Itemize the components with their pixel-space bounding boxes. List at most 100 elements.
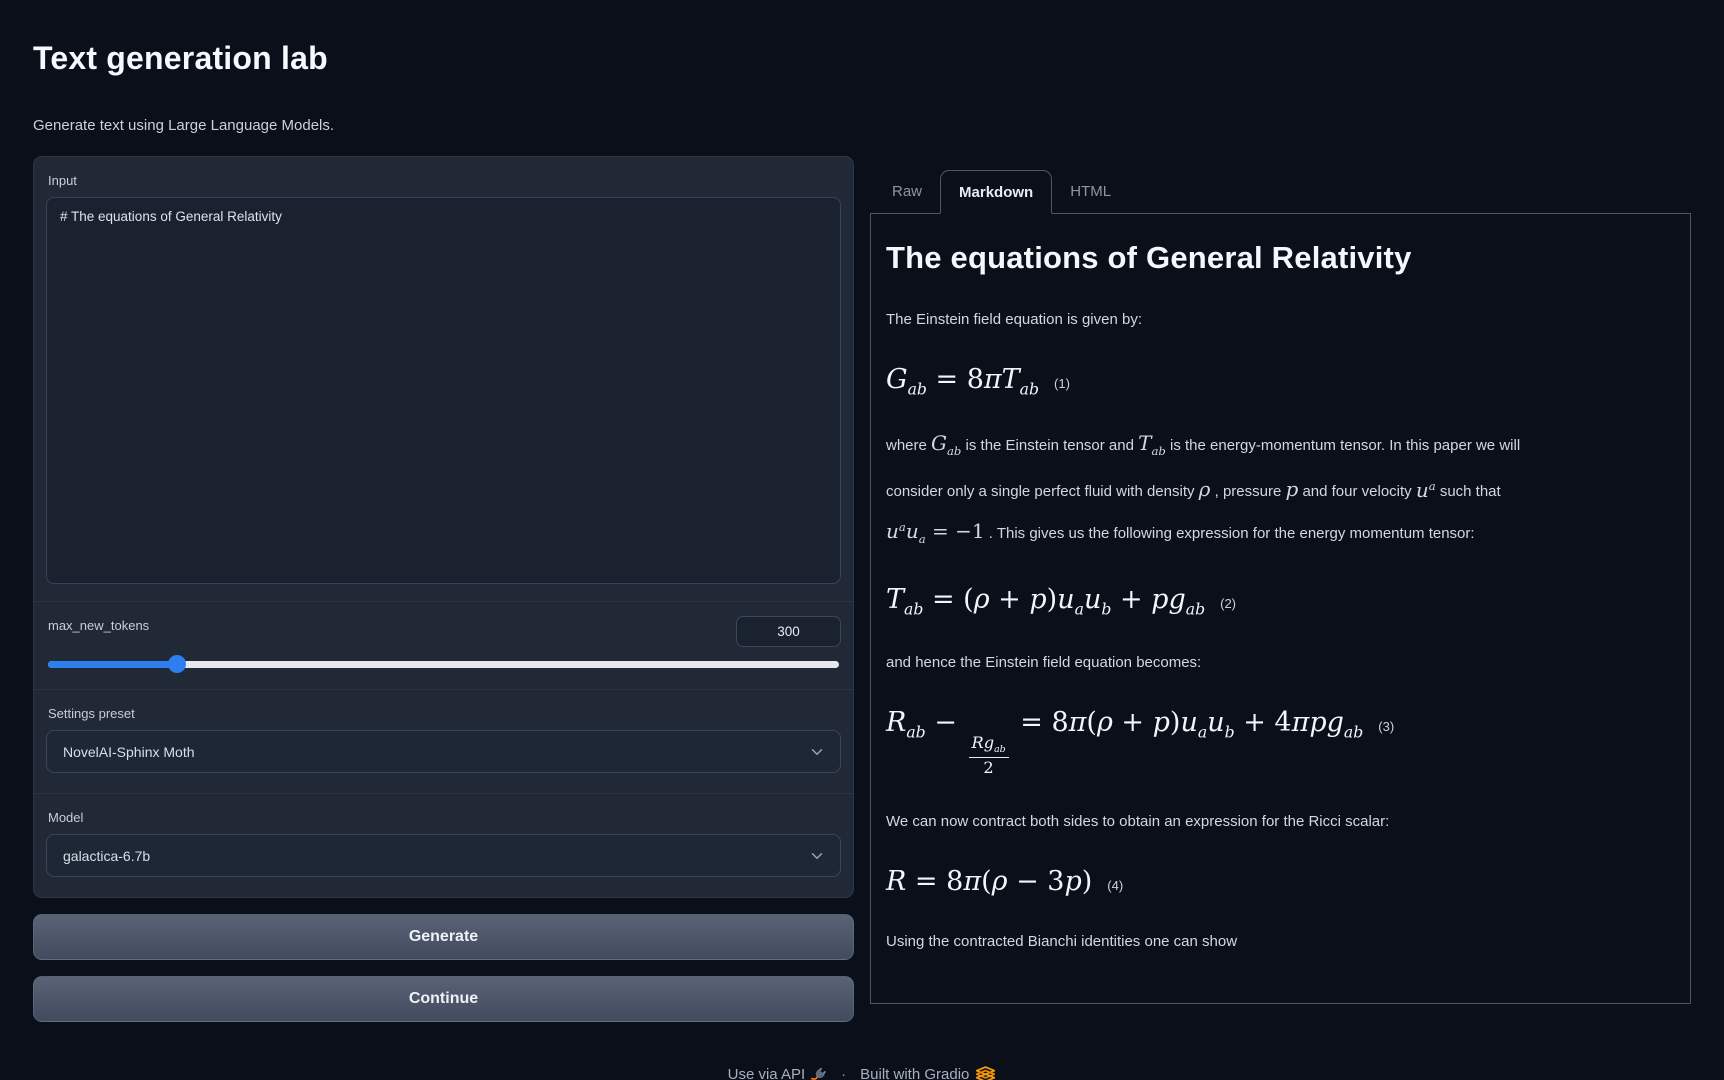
- math-run: gab: [1327, 707, 1364, 738]
- text-run: consider only a single perfect fluid wit…: [886, 484, 1199, 501]
- math-run: p: [1285, 478, 1298, 502]
- display-equation: R = 8π(ρ − 3p) (4): [886, 866, 1668, 897]
- form-panel: Input # The equations of General Relativ…: [33, 156, 854, 898]
- footer: Use via API · Built with Gradio: [33, 1066, 1691, 1080]
- chevron-down-icon: [808, 847, 826, 865]
- display-equation: Tab = (ρ + p)uaub + pgab(2): [886, 584, 1668, 619]
- display-equation: Gab = 8πTab(1): [886, 364, 1668, 399]
- tab-raw[interactable]: Raw: [874, 169, 940, 213]
- paragraph-line: and hence the Einstein field equation be…: [886, 645, 1668, 680]
- math-run: ): [1082, 866, 1093, 897]
- max-new-tokens-slider[interactable]: [48, 655, 839, 673]
- main-row: Input # The equations of General Relativ…: [33, 156, 1691, 1022]
- paragraph-line: We can now contract both sides to obtain…: [886, 804, 1668, 839]
- use-via-api-link[interactable]: Use via API: [728, 1066, 828, 1080]
- text-run: We can now contract both sides to obtain…: [886, 813, 1389, 830]
- math-run: p: [1064, 866, 1081, 897]
- max-new-tokens-label: max_new_tokens: [48, 618, 149, 633]
- text-run: where: [886, 437, 931, 454]
- math-run: p: [1151, 584, 1168, 615]
- math-run: −: [926, 707, 966, 738]
- use-via-api-label: Use via API: [728, 1066, 806, 1080]
- math-run: p: [1029, 584, 1046, 615]
- settings-preset-label: Settings preset: [48, 706, 841, 721]
- math-run: ua: [1180, 707, 1207, 738]
- math-run: ub: [1207, 707, 1234, 738]
- equation-number: (2): [1220, 596, 1236, 611]
- math-run: ua: [1416, 478, 1436, 502]
- generate-button[interactable]: Generate: [33, 914, 854, 960]
- math-run: gab: [984, 733, 1006, 752]
- built-with-gradio-link[interactable]: Built with Gradio: [860, 1066, 996, 1080]
- output-tabs: Raw Markdown HTML: [870, 156, 1691, 214]
- paragraph-line: The Einstein field equation is given by:: [886, 302, 1668, 337]
- display-equation: Rab − Rgab2 = 8π(ρ + p)uaub + 4πpgab(3): [886, 707, 1668, 777]
- math-run: + 4: [1235, 707, 1292, 738]
- math-run: (: [981, 866, 992, 897]
- input-section: Input # The equations of General Relativ…: [34, 157, 853, 601]
- math-run: R: [886, 866, 906, 897]
- slider-section: max_new_tokens: [34, 601, 853, 689]
- text-run: is the energy-momentum tensor. In this p…: [1166, 437, 1520, 454]
- model-dropdown[interactable]: galactica-6.7b: [46, 834, 841, 877]
- equation-number: (3): [1378, 719, 1394, 734]
- math-run: ρ: [1097, 707, 1113, 738]
- math-run: = 8: [1012, 707, 1069, 738]
- markdown-output-panel: The equations of General Relativity The …: [870, 214, 1691, 1004]
- slider-handle[interactable]: [168, 655, 186, 673]
- preset-section: Settings preset NovelAI-Sphinx Moth: [34, 689, 853, 793]
- built-with-gradio-label: Built with Gradio: [860, 1066, 969, 1080]
- paragraph-line: Using the contracted Bianchi identities …: [886, 924, 1668, 959]
- math-run: π: [1069, 707, 1087, 738]
- math-run: = 8: [906, 866, 963, 897]
- math-run: Rab: [886, 707, 926, 738]
- settings-preset-value: NovelAI-Sphinx Moth: [63, 744, 195, 760]
- text-run: , pressure: [1210, 484, 1285, 501]
- text-run: and four velocity: [1298, 484, 1416, 501]
- equation-number: (4): [1107, 878, 1123, 893]
- paragraph: Using the contracted Bianchi identities …: [886, 924, 1668, 959]
- math-run: π: [963, 866, 981, 897]
- text-run: is the Einstein tensor and: [961, 437, 1138, 454]
- settings-preset-dropdown[interactable]: NovelAI-Sphinx Moth: [46, 730, 841, 773]
- app-page: Text generation lab Generate text using …: [0, 0, 1724, 1080]
- math-run: ρ: [1199, 478, 1211, 502]
- text-run: such that: [1436, 484, 1501, 501]
- math-run: +: [1113, 707, 1153, 738]
- markdown-body: The Einstein field equation is given by:…: [886, 302, 1668, 959]
- footer-separator: ·: [841, 1066, 846, 1080]
- max-new-tokens-number-input[interactable]: [736, 616, 841, 647]
- math-run: gab: [1168, 584, 1205, 615]
- continue-button[interactable]: Continue: [33, 976, 854, 1022]
- tab-markdown[interactable]: Markdown: [940, 170, 1052, 214]
- math-run: Tab: [1138, 431, 1166, 455]
- paragraph: and hence the Einstein field equation be…: [886, 645, 1668, 680]
- paragraph: The Einstein field equation is given by:: [886, 302, 1668, 337]
- math-run: (: [1086, 707, 1097, 738]
- input-textarea[interactable]: # The equations of General Relativity: [46, 197, 841, 584]
- math-run: π: [984, 364, 1002, 395]
- input-label: Input: [48, 173, 841, 188]
- paragraph-line: uaua = −1 . This gives us the following …: [886, 510, 1668, 557]
- math-run: 2: [983, 758, 993, 777]
- math-run: π: [1292, 707, 1310, 738]
- math-run: − 3: [1007, 866, 1064, 897]
- text-run: The Einstein field equation is given by:: [886, 311, 1142, 328]
- model-value: galactica-6.7b: [63, 848, 150, 864]
- gradio-logo-icon: [975, 1066, 996, 1080]
- math-run: p: [1309, 707, 1326, 738]
- page-subtitle: Generate text using Large Language Model…: [33, 117, 1691, 134]
- text-run: Using the contracted Bianchi identities …: [886, 933, 1237, 950]
- math-run: = −1: [926, 519, 985, 543]
- math-run: ub: [1084, 584, 1111, 615]
- paragraph-line: consider only a single perfect fluid wit…: [886, 468, 1668, 509]
- chevron-down-icon: [808, 743, 826, 761]
- math-run: ρ: [992, 866, 1008, 897]
- page-title: Text generation lab: [33, 0, 1691, 77]
- tab-html[interactable]: HTML: [1052, 169, 1129, 213]
- plug-icon: [811, 1067, 827, 1080]
- model-label: Model: [48, 810, 841, 825]
- math-run: ua: [906, 519, 926, 543]
- right-column: Raw Markdown HTML The equations of Gener…: [870, 156, 1691, 1004]
- math-run: R: [972, 733, 984, 752]
